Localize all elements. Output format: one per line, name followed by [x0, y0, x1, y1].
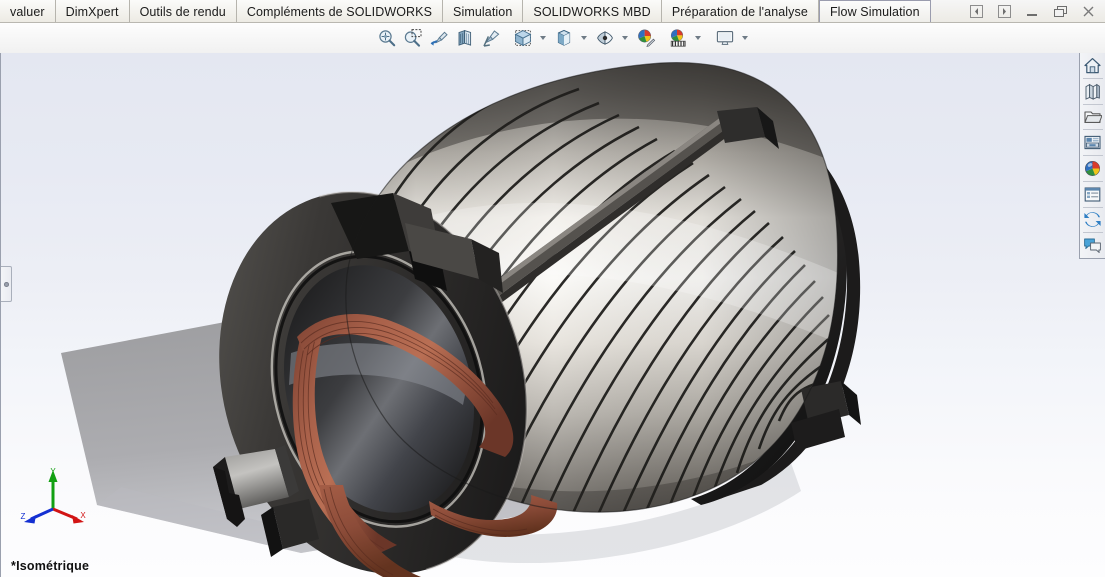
display-style-dropdown-arrow[interactable]	[577, 25, 590, 51]
rotate-view-icon[interactable]	[452, 25, 477, 51]
minimize-button[interactable]	[1019, 1, 1045, 23]
heads-up-view-toolbar	[0, 23, 1105, 53]
x-axis: X	[52, 507, 86, 524]
restore-button[interactable]	[1047, 1, 1073, 23]
command-manager-tabs: valuer DimXpert Outils de rendu Compléme…	[0, 0, 931, 23]
solidworks-resources-icon[interactable]	[1081, 53, 1105, 78]
file-explorer-icon[interactable]	[1081, 105, 1105, 130]
tab-solidworks-mbd[interactable]: SOLIDWORKS MBD	[523, 0, 662, 23]
solidworks-forum-icon[interactable]	[1081, 208, 1105, 233]
tab-label: Flow Simulation	[829, 4, 920, 19]
zoom-to-area-icon[interactable]	[400, 25, 425, 51]
tab-complements-solidworks[interactable]: Compléments de SOLIDWORKS	[236, 0, 444, 23]
motor-stator-model[interactable]	[1, 53, 1105, 577]
design-library-icon[interactable]	[1081, 79, 1105, 104]
close-button[interactable]	[1075, 1, 1101, 23]
appearances-scenes-icon[interactable]	[1081, 156, 1105, 181]
view-toolbar-items	[374, 23, 753, 53]
tab-dimxpert[interactable]: DimXpert	[55, 0, 130, 23]
tab-outils-de-rendu[interactable]: Outils de rendu	[129, 0, 237, 23]
window-controls	[963, 0, 1101, 23]
view-settings-icon[interactable]	[712, 25, 737, 51]
view-orientation-icon[interactable]	[510, 25, 535, 51]
z-axis: Z	[21, 507, 54, 524]
tab-label: Compléments de SOLIDWORKS	[246, 4, 433, 19]
svg-text:X: X	[80, 511, 86, 520]
hide-show-items-dropdown-arrow[interactable]	[618, 25, 631, 51]
y-axis: Y	[48, 467, 58, 509]
previous-document-button[interactable]	[963, 1, 989, 23]
tab-label: Simulation	[453, 4, 513, 19]
solidworks-window: valuer DimXpert Outils de rendu Compléme…	[0, 0, 1105, 577]
custom-properties-icon[interactable]	[1081, 182, 1105, 207]
tab-label: Outils de rendu	[139, 4, 226, 19]
tab-label: SOLIDWORKS MBD	[533, 4, 651, 19]
tab-label: valuer	[10, 4, 45, 19]
tab-preparation-de-lanalyse[interactable]: Préparation de l'analyse	[661, 0, 819, 23]
zoom-to-fit-icon[interactable]	[374, 25, 399, 51]
task-pane	[1079, 53, 1105, 259]
svg-text:Y: Y	[50, 467, 56, 476]
svg-text:Z: Z	[21, 512, 26, 521]
zoom-in-out-icon[interactable]	[426, 25, 451, 51]
pan-icon[interactable]	[478, 25, 503, 51]
view-palette-icon[interactable]	[1081, 130, 1105, 155]
hide-show-items-icon[interactable]	[592, 25, 617, 51]
view-orientation-label: *Isométrique	[11, 559, 90, 573]
view-settings-dropdown-arrow[interactable]	[738, 25, 751, 51]
tab-simulation[interactable]: Simulation	[443, 0, 524, 23]
tab-label: DimXpert	[65, 4, 119, 19]
apply-scene-icon[interactable]	[665, 25, 690, 51]
display-style-icon[interactable]	[551, 25, 576, 51]
graphics-area[interactable]: Y X Z *Isométrique	[0, 53, 1105, 577]
tab-flow-simulation[interactable]: Flow Simulation	[818, 0, 931, 23]
comments-icon[interactable]	[1081, 233, 1105, 258]
view-orientation-dropdown-arrow[interactable]	[536, 25, 549, 51]
tab-label: Préparation de l'analyse	[671, 4, 808, 19]
view-orientation-triad: Y X Z	[15, 465, 89, 529]
apply-scene-dropdown-arrow[interactable]	[691, 25, 704, 51]
next-document-button[interactable]	[991, 1, 1017, 23]
edit-appearance-icon[interactable]	[633, 25, 658, 51]
tab-evaluer[interactable]: valuer	[0, 0, 56, 23]
command-manager-tabstrip: valuer DimXpert Outils de rendu Compléme…	[0, 0, 1105, 23]
